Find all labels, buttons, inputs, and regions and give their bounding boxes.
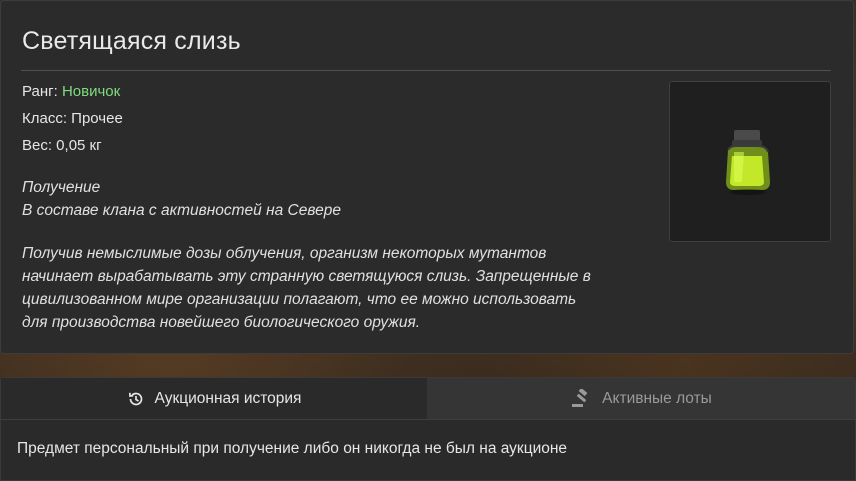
obtain-heading: Получение bbox=[22, 179, 101, 196]
description-line: цивилизованном мире организации полагают… bbox=[22, 291, 577, 308]
tab-history-label: Аукционная история bbox=[154, 389, 302, 407]
description-line: для производства новейшего биологическог… bbox=[22, 314, 421, 331]
item-image-frame bbox=[669, 81, 831, 242]
item-title: Светящаяся слизь bbox=[22, 27, 241, 55]
rank-value: Новичок bbox=[61, 83, 121, 100]
auction-panel: Аукционная история Активные лоты Предмет… bbox=[0, 377, 856, 481]
class-line: Класс: Прочее bbox=[22, 110, 123, 127]
item-info-card: Светящаяся слизь Ранг: Новичок Класс: Пр… bbox=[0, 0, 854, 354]
history-clock-icon bbox=[128, 392, 142, 405]
tab-lots-label: Активные лоты bbox=[602, 389, 712, 407]
glowing-slime-jar-icon bbox=[726, 130, 770, 195]
auction-status-message: Предмет персональный при получение либо … bbox=[17, 440, 568, 457]
obtain-section: Получение В составе клана с активностей … bbox=[22, 176, 662, 222]
description-line: начинает вырабатывать эту странную светя… bbox=[22, 268, 591, 285]
rank-label: Ранг: bbox=[22, 83, 58, 100]
gavel-icon bbox=[572, 388, 588, 407]
weight-line: Вес: 0,05 кг bbox=[22, 137, 102, 154]
tab-auction-history[interactable]: Аукционная история bbox=[1, 378, 427, 419]
description-line: Получив немыслимые дозы облучения, орган… bbox=[22, 245, 547, 262]
tabs-divider bbox=[1, 419, 855, 420]
rank-line: Ранг: Новичок bbox=[22, 83, 120, 100]
obtain-text: В составе клана с активностей на Севере bbox=[22, 202, 341, 219]
item-description: Получив немыслимые дозы облучения, орган… bbox=[22, 242, 662, 334]
tab-active-lots[interactable]: Активные лоты bbox=[427, 378, 855, 419]
title-divider bbox=[21, 70, 831, 71]
